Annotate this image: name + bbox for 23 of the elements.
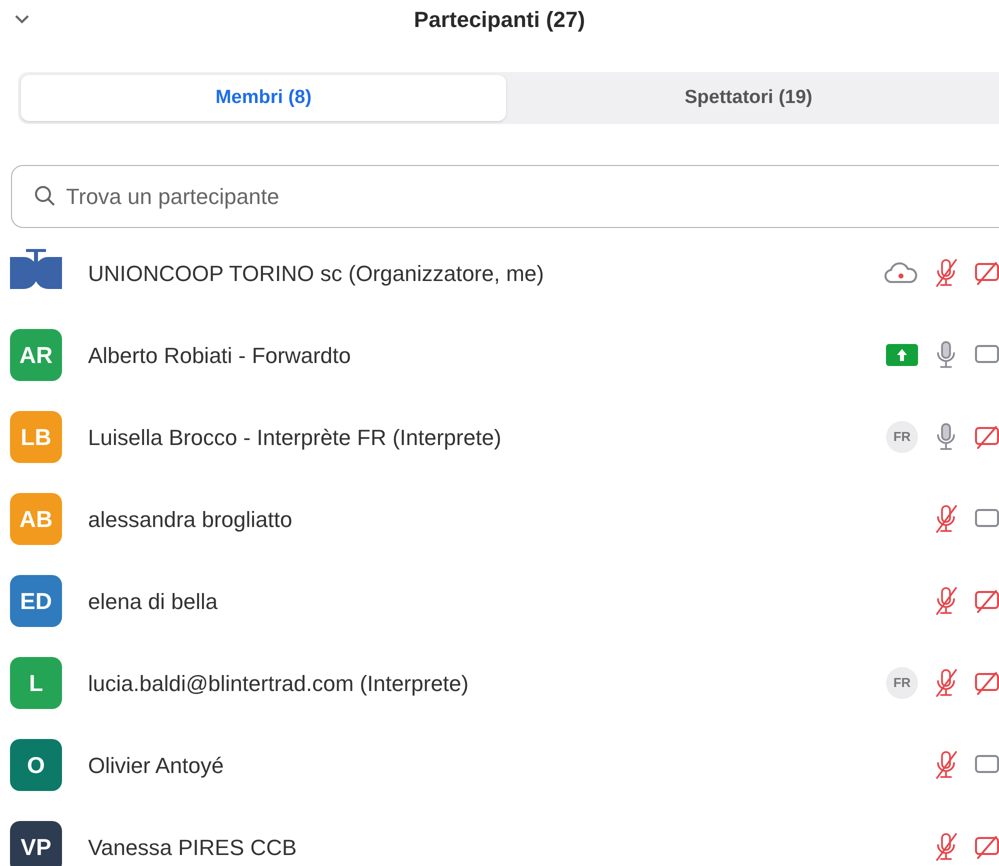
- tab[interactable]: Spettatori (19): [506, 75, 991, 121]
- participant-name: elena di bella: [88, 588, 218, 616]
- participant-name: Olivier Antoyé: [88, 752, 224, 780]
- participant-name: Alberto Robiati - Forwardto: [88, 342, 351, 370]
- tab[interactable]: Membri (8): [21, 75, 506, 121]
- avatar: LB: [10, 411, 62, 463]
- chevron-down-icon[interactable]: [12, 12, 32, 26]
- participant-name: Luisella Brocco - Interprète FR (Interprete): [88, 424, 502, 452]
- avatar: AB: [10, 493, 62, 545]
- avatar: AR: [10, 329, 62, 381]
- participant-name: UNIONCOOP TORINO sc (Organizzatore, me): [88, 260, 544, 288]
- avatar: VP: [10, 821, 62, 866]
- participant-name: alessandra brogliatto: [88, 506, 292, 534]
- search-icon: [33, 184, 57, 208]
- participant-name: Vanessa PIRES CCB: [88, 834, 297, 862]
- language-badge: FR: [886, 421, 918, 453]
- search-field[interactable]: Trova un partecipante: [11, 165, 999, 228]
- avatar: L: [10, 657, 62, 709]
- panel-title: Partecipanti (27): [414, 6, 586, 34]
- language-badge: FR: [886, 667, 918, 699]
- participant-name: lucia.baldi@blintertrad.com (Interprete): [88, 670, 469, 698]
- avatar: ED: [10, 575, 62, 627]
- avatar: O: [10, 739, 62, 791]
